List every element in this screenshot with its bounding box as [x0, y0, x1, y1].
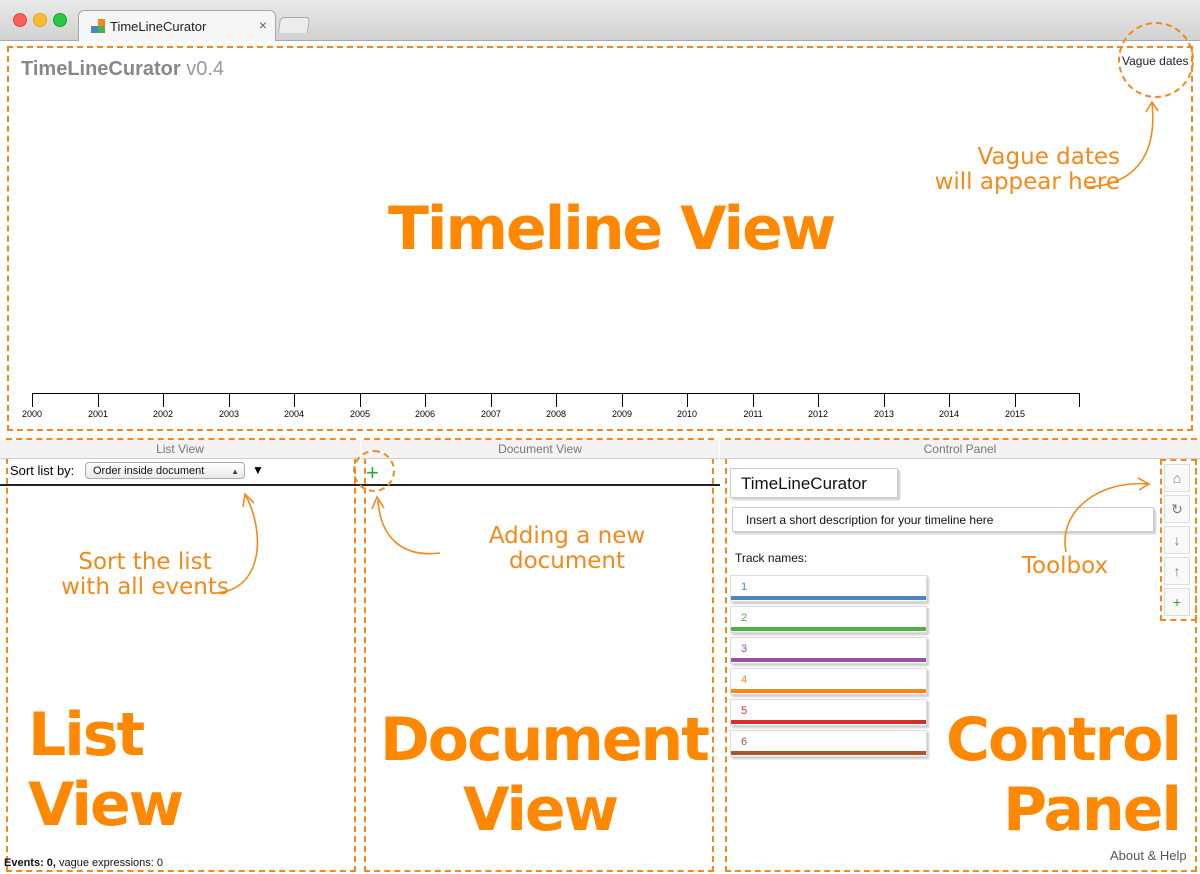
toolbox-arrow — [1064, 482, 1149, 553]
add-doc-arrow — [377, 499, 441, 555]
vague-arrow — [1087, 102, 1154, 188]
annotation-arrows — [215, 100, 1159, 594]
sort-arrow — [215, 495, 259, 594]
